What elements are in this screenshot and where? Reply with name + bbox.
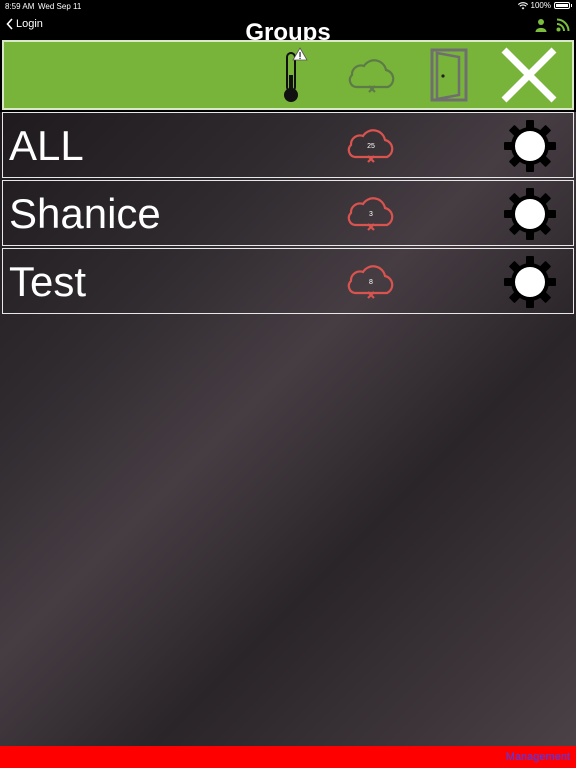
cloud-offline-icon[interactable]: 8 [341,259,401,303]
gear-icon[interactable] [503,255,557,309]
status-right: 100% [517,1,572,10]
bottom-bar: Management [0,746,576,768]
user-icon[interactable] [534,18,548,32]
cloud-offline-icon[interactable]: 3 [341,191,401,235]
wifi-icon [517,1,528,10]
group-row[interactable]: ALL 25 [2,112,574,178]
close-icon[interactable] [498,42,560,108]
device-count: 3 [369,211,373,218]
cloud-offline-icon[interactable] [340,42,404,108]
status-date: Wed Sep 11 [38,2,82,11]
nav-icons [534,18,570,32]
group-name: Test [9,258,87,305]
cloud-offline-icon[interactable]: 25 [341,123,401,167]
battery-percent: 100% [530,1,551,10]
device-count: 25 [367,143,375,150]
management-link[interactable]: Management [506,751,570,763]
page-title: Groups [245,19,331,40]
door-icon[interactable] [426,42,472,108]
action-toolbar [2,40,574,110]
device-count: 8 [369,279,373,286]
group-name: Shanice [9,190,161,237]
group-row[interactable]: Test 8 [2,248,574,314]
group-row[interactable]: Shanice 3 [2,180,574,246]
status-time: 8:59 AM [5,2,35,11]
rss-feed-icon[interactable] [556,18,570,32]
battery-fill [556,4,568,7]
gear-icon[interactable] [503,119,557,173]
nav-bar: Login Groups [0,12,576,40]
status-bar: 8:59 AM Wed Sep 11 100% [0,0,576,12]
group-list: ALL 25 Shanice 3 Test 8 [0,112,576,746]
thermometer-warning-icon[interactable] [272,42,312,108]
group-name: ALL [9,122,84,169]
gear-icon[interactable] [503,187,557,241]
battery-icon [554,2,572,9]
